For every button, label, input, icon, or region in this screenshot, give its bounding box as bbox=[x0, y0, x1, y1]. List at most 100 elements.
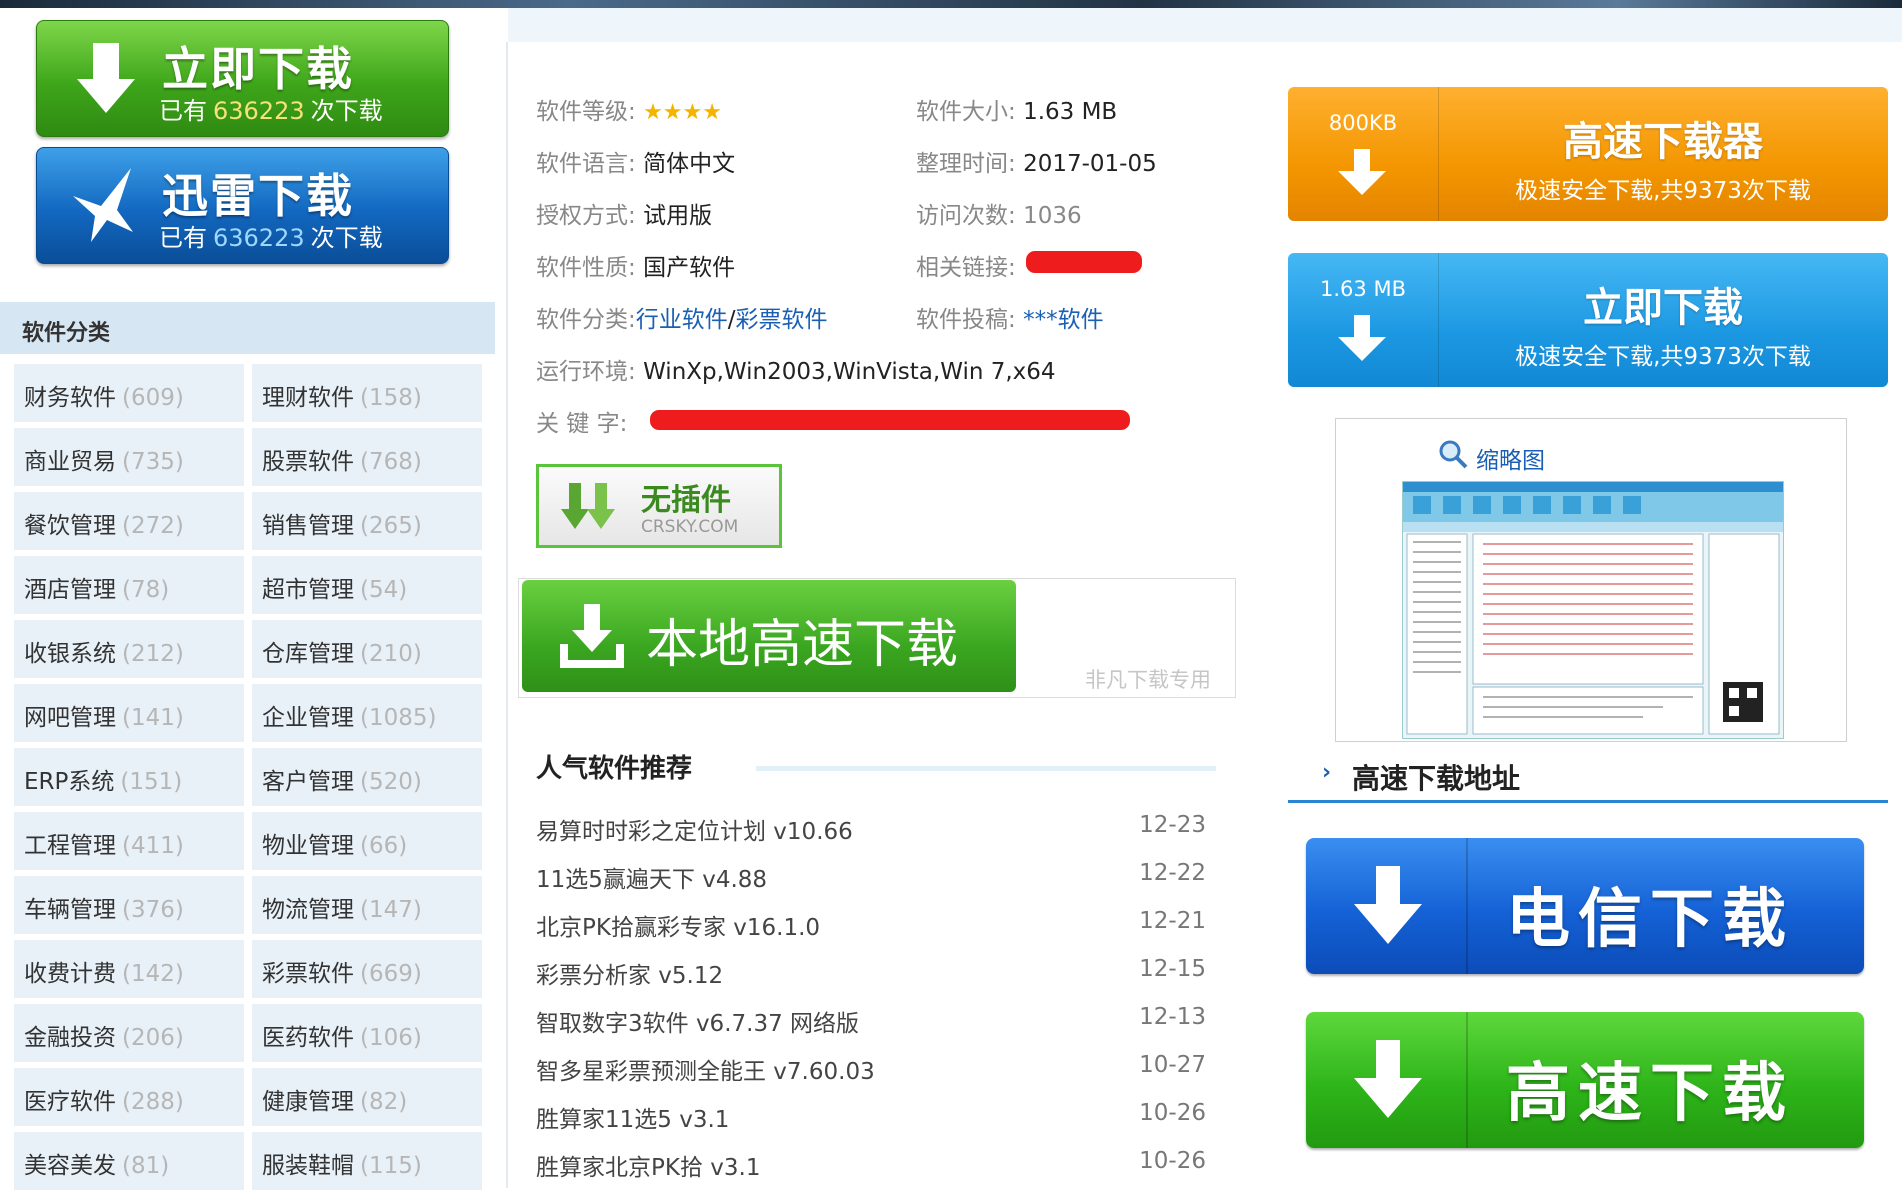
license-type: 授权方式: 试用版 bbox=[536, 203, 713, 229]
category-item[interactable]: 超市管理 (54) bbox=[252, 556, 482, 614]
download-now-title: 立即下载 bbox=[162, 42, 354, 96]
chevron-right-icon: › bbox=[1322, 760, 1332, 785]
category-item[interactable]: 医疗软件 (288) bbox=[14, 1068, 244, 1126]
category-name: 仓库管理 bbox=[262, 641, 354, 667]
category-name: 财务软件 bbox=[24, 385, 116, 411]
category-count: (288) bbox=[122, 1089, 184, 1115]
category-item[interactable]: 车辆管理 (376) bbox=[14, 876, 244, 934]
category-item[interactable]: 收费计费 (142) bbox=[14, 940, 244, 998]
recommend-item-name[interactable]: 智多星彩票预测全能王 v7.60.03 bbox=[536, 1059, 875, 1085]
category-count: (411) bbox=[122, 833, 184, 859]
category-item[interactable]: 客户管理 (520) bbox=[252, 748, 482, 806]
category-name: 销售管理 bbox=[262, 513, 354, 539]
category-count: (115) bbox=[360, 1153, 422, 1179]
category-count: (520) bbox=[360, 769, 422, 795]
category-item[interactable]: 财务软件 (609) bbox=[14, 364, 244, 422]
category-item[interactable]: 金融投资 (206) bbox=[14, 1004, 244, 1062]
category-count: (66) bbox=[360, 833, 408, 859]
category-heading: 软件分类 bbox=[0, 302, 495, 354]
fast-downloader-button[interactable]: 800KB 高速下载器 极速安全下载,共9373次下载 bbox=[1288, 87, 1888, 221]
recommend-item[interactable]: 彩票分析家 v5.12 12-15 bbox=[536, 956, 1206, 990]
telecom-download-button[interactable]: 电信下载 bbox=[1306, 838, 1864, 974]
category-count: (1085) bbox=[360, 705, 437, 731]
category-name: 金融投资 bbox=[24, 1025, 116, 1051]
local-download-button[interactable]: 本地高速下载 bbox=[522, 580, 1016, 692]
category-item[interactable]: 收银系统 (212) bbox=[14, 620, 244, 678]
recommend-item[interactable]: 智取数字3软件 v6.7.37 网络版 12-13 bbox=[536, 1004, 1206, 1038]
recommend-item-name[interactable]: 易算时时彩之定位计划 v10.66 bbox=[536, 819, 853, 845]
category-item[interactable]: 健康管理 (82) bbox=[252, 1068, 482, 1126]
category-count: (158) bbox=[360, 385, 422, 411]
category-item[interactable]: 网吧管理 (141) bbox=[14, 684, 244, 742]
category-count: (147) bbox=[360, 897, 422, 923]
category-item[interactable]: 餐饮管理 (272) bbox=[14, 492, 244, 550]
recommend-item[interactable]: 智多星彩票预测全能王 v7.60.03 10-27 bbox=[536, 1052, 1206, 1086]
category-item[interactable]: 销售管理 (265) bbox=[252, 492, 482, 550]
thumbnail-panel: 缩略图 bbox=[1335, 418, 1847, 742]
category-link-lottery[interactable]: 彩票软件 bbox=[736, 307, 828, 333]
visit-count: 访问次数: 1036 bbox=[916, 203, 1082, 229]
category-count: (210) bbox=[360, 641, 422, 667]
category-link-industry[interactable]: 行业软件 bbox=[636, 307, 728, 333]
recommend-item-name[interactable]: 北京PK拾赢彩专家 v16.1.0 bbox=[536, 915, 820, 941]
category-item[interactable]: 酒店管理 (78) bbox=[14, 556, 244, 614]
xunlei-download-count: 已有 636223 次下载 bbox=[159, 224, 383, 252]
recommend-item-name[interactable]: 胜算家11选5 v3.1 bbox=[536, 1107, 729, 1133]
category-item[interactable]: 服装鞋帽 (115) bbox=[252, 1132, 482, 1190]
category-item[interactable]: 物流管理 (147) bbox=[252, 876, 482, 934]
xunlei-download-button[interactable]: 迅雷下载 已有 636223 次下载 bbox=[36, 147, 449, 264]
category-item[interactable]: 美容美发 (81) bbox=[14, 1132, 244, 1190]
xunlei-bird-icon bbox=[73, 168, 133, 242]
instant-download-title: 立即下载 bbox=[1583, 285, 1743, 331]
recommend-item-date: 12-21 bbox=[1139, 908, 1206, 934]
category-item[interactable]: 工程管理 (411) bbox=[14, 812, 244, 870]
recommend-heading: 人气软件推荐 bbox=[536, 754, 693, 784]
recommend-item-name[interactable]: 智取数字3软件 v6.7.37 网络版 bbox=[536, 1011, 859, 1037]
recommend-item[interactable]: 11选5赢遍天下 v4.88 12-22 bbox=[536, 860, 1206, 894]
instant-download-size: 1.63 MB bbox=[1320, 277, 1406, 301]
category-item[interactable]: ERP系统 (151) bbox=[14, 748, 244, 806]
recommend-item[interactable]: 胜算家北京PK拾 v3.1 10-26 bbox=[536, 1148, 1206, 1182]
software-size: 软件大小: 1.63 MB bbox=[916, 99, 1118, 125]
category-item[interactable]: 医药软件 (106) bbox=[252, 1004, 482, 1062]
software-screenshot-thumbnail[interactable] bbox=[1402, 481, 1784, 739]
fast-downloader-title: 高速下载器 bbox=[1563, 119, 1763, 165]
recommend-item-name[interactable]: 胜算家北京PK拾 v3.1 bbox=[536, 1155, 760, 1181]
category-name: 收费计费 bbox=[24, 961, 116, 987]
category-name: 车辆管理 bbox=[24, 897, 116, 923]
runtime-environment: 运行环境: WinXp,Win2003,WinVista,Win 7,x64 bbox=[536, 359, 1056, 385]
category-count: (768) bbox=[360, 449, 422, 475]
keywords: 关 键 字: bbox=[536, 411, 628, 437]
instant-download-button[interactable]: 1.63 MB 立即下载 极速安全下载,共9373次下载 bbox=[1288, 253, 1888, 387]
category-item[interactable]: 物业管理 (66) bbox=[252, 812, 482, 870]
download-now-button[interactable]: 立即下载 已有 636223 次下载 bbox=[36, 20, 449, 137]
content-header-band bbox=[508, 8, 1902, 42]
thumbnail-label[interactable]: 缩略图 bbox=[1476, 441, 1545, 475]
recommend-item[interactable]: 胜算家11选5 v3.1 10-26 bbox=[536, 1100, 1206, 1134]
download-tray-icon bbox=[560, 604, 624, 668]
category-item[interactable]: 企业管理 (1085) bbox=[252, 684, 482, 742]
category-item[interactable]: 理财软件 (158) bbox=[252, 364, 482, 422]
category-item[interactable]: 商业贸易 (735) bbox=[14, 428, 244, 486]
category-name: 股票软件 bbox=[262, 449, 354, 475]
recommend-item-name[interactable]: 彩票分析家 v5.12 bbox=[536, 963, 723, 989]
category-count: (82) bbox=[360, 1089, 408, 1115]
category-count: (272) bbox=[122, 513, 184, 539]
software-nature: 软件性质: 国产软件 bbox=[536, 255, 736, 281]
category-name: 物业管理 bbox=[262, 833, 354, 859]
recommend-item-name[interactable]: 11选5赢遍天下 v4.88 bbox=[536, 867, 767, 893]
instant-download-sub: 极速安全下载,共9373次下载 bbox=[1515, 344, 1811, 370]
recommend-item[interactable]: 北京PK拾赢彩专家 v16.1.0 12-21 bbox=[536, 908, 1206, 942]
category-item[interactable]: 股票软件 (768) bbox=[252, 428, 482, 486]
column-divider bbox=[506, 42, 508, 1188]
category-item[interactable]: 仓库管理 (210) bbox=[252, 620, 482, 678]
recommend-item-date: 10-26 bbox=[1139, 1148, 1206, 1174]
software-category: 软件分类:行业软件/彩票软件 bbox=[536, 307, 828, 333]
download-arrow-icon bbox=[1338, 149, 1386, 195]
highspeed-download-button[interactable]: 高速下载 bbox=[1306, 1012, 1864, 1148]
category-name: 客户管理 bbox=[262, 769, 354, 795]
recommend-item[interactable]: 易算时时彩之定位计划 v10.66 12-23 bbox=[536, 812, 1206, 846]
category-item[interactable]: 彩票软件 (669) bbox=[252, 940, 482, 998]
category-name: 服装鞋帽 bbox=[262, 1153, 354, 1179]
recommend-item-date: 10-27 bbox=[1139, 1052, 1206, 1078]
